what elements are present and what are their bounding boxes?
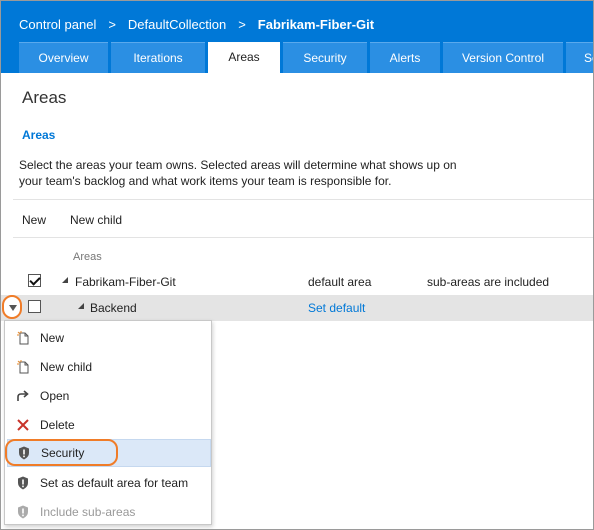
- tab-version-control[interactable]: Version Control: [443, 42, 563, 73]
- menu-item-label: Include sub-areas: [40, 505, 136, 519]
- tab-security[interactable]: Security: [283, 42, 367, 73]
- menu-item-label: Delete: [40, 418, 75, 432]
- row-checkbox[interactable]: [28, 300, 41, 313]
- new-item-icon: [16, 331, 30, 345]
- description-line: Select the areas your team owns. Selecte…: [19, 158, 457, 172]
- column-header-areas: Areas: [73, 251, 102, 263]
- toolbar: New New child: [22, 213, 146, 227]
- menu-item-label: New: [40, 331, 65, 345]
- tab-iterations[interactable]: Iterations: [111, 42, 205, 73]
- breadcrumb: Control panel > DefaultCollection > Fabr…: [19, 15, 374, 33]
- open-arrow-icon: [16, 389, 30, 403]
- chevron-down-icon: [9, 305, 17, 311]
- page-title: Areas: [22, 88, 67, 107]
- breadcrumb-separator: >: [238, 16, 246, 32]
- menu-item-set-default[interactable]: Set as default area for team: [7, 469, 211, 497]
- tab-areas[interactable]: Areas: [208, 42, 280, 73]
- description-line: your team's backlog and what work items …: [19, 174, 392, 188]
- tab-settings-partial[interactable]: Se: [566, 42, 593, 73]
- breadcrumb-separator: >: [108, 16, 116, 32]
- shield-icon: [16, 476, 30, 490]
- context-menu: New New child Open Delete Security Set a…: [4, 320, 212, 525]
- tree-row[interactable]: Backend Set default: [1, 295, 593, 321]
- row-area-name: Backend: [90, 301, 137, 315]
- shield-icon: [16, 505, 30, 519]
- breadcrumb-collection[interactable]: DefaultCollection: [128, 17, 226, 32]
- expand-triangle-icon[interactable]: [78, 303, 84, 309]
- menu-item-label: Set as default area for team: [40, 476, 189, 490]
- description: Select the areas your team owns. Selecte…: [19, 157, 469, 189]
- divider: [13, 199, 593, 200]
- row-checkbox[interactable]: [28, 274, 41, 287]
- new-button[interactable]: New: [22, 213, 46, 227]
- menu-item-delete[interactable]: Delete: [7, 411, 211, 439]
- menu-item-new-child[interactable]: New child: [7, 353, 211, 381]
- tab-alerts[interactable]: Alerts: [370, 42, 440, 73]
- menu-item-label: New child: [40, 360, 93, 374]
- menu-item-include-subareas: Include sub-areas: [7, 498, 211, 526]
- breadcrumb-control-panel[interactable]: Control panel: [19, 17, 96, 32]
- menu-item-security[interactable]: Security: [7, 439, 211, 467]
- row-default-status: default area: [308, 275, 372, 289]
- tab-overview[interactable]: Overview: [19, 42, 108, 73]
- context-menu-trigger[interactable]: [2, 295, 22, 319]
- menu-item-open[interactable]: Open: [7, 382, 211, 410]
- app-window: Control panel > DefaultCollection > Fabr…: [0, 0, 594, 530]
- delete-x-icon: [16, 418, 30, 432]
- menu-item-label: Security: [41, 446, 85, 460]
- tab-strip: Overview Iterations Areas Security Alert…: [19, 42, 593, 73]
- menu-item-label: Open: [40, 389, 70, 403]
- new-child-button[interactable]: New child: [70, 213, 122, 227]
- expand-triangle-icon[interactable]: [62, 277, 68, 283]
- menu-item-new[interactable]: New: [7, 324, 211, 352]
- new-child-icon: [16, 360, 30, 374]
- divider: [13, 237, 593, 238]
- header-bar: Control panel > DefaultCollection > Fabr…: [1, 1, 593, 73]
- shield-icon: [17, 446, 31, 460]
- section-heading: Areas: [22, 128, 56, 142]
- breadcrumb-project[interactable]: Fabrikam-Fiber-Git: [258, 17, 374, 32]
- tree-row[interactable]: Fabrikam-Fiber-Git default area sub-area…: [1, 269, 593, 295]
- row-subareas-status: sub-areas are included: [427, 275, 550, 289]
- row-area-name: Fabrikam-Fiber-Git: [75, 275, 176, 289]
- set-default-link[interactable]: Set default: [308, 301, 365, 315]
